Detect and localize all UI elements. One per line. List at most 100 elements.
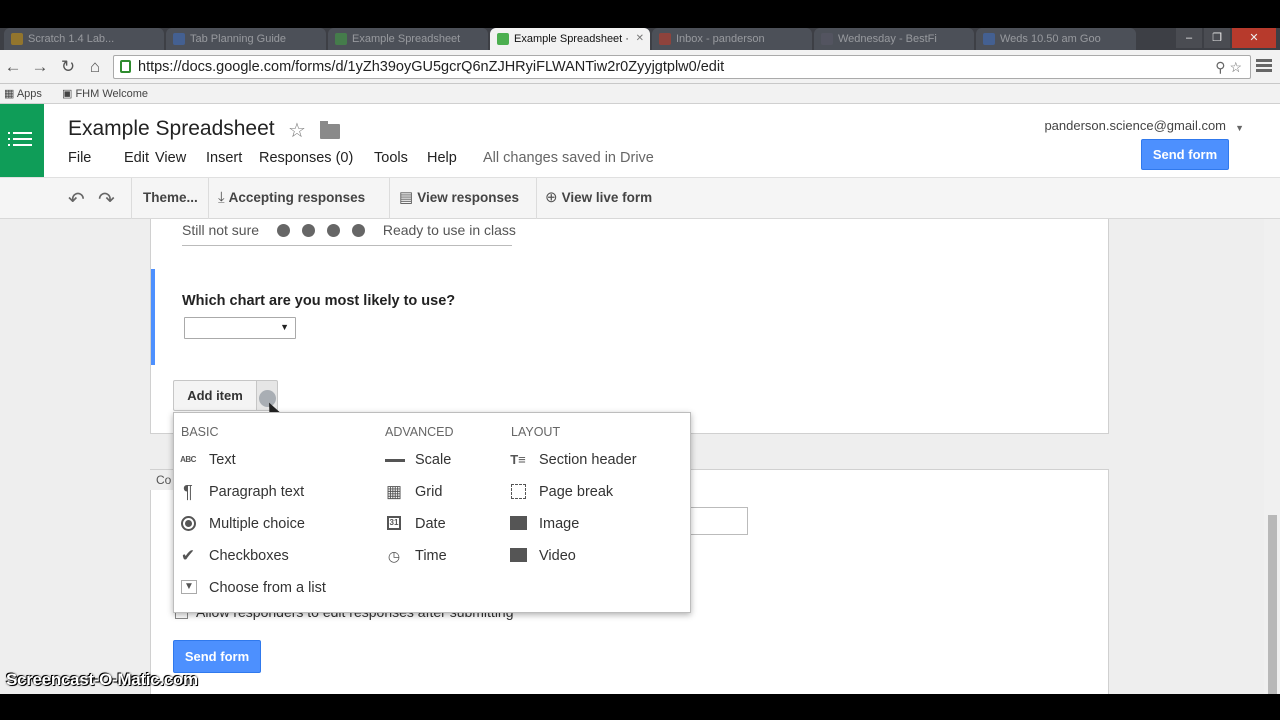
browser-tab-active[interactable]: Example Spreadsheet · ✕ (490, 28, 650, 50)
confirmation-text-input[interactable] (690, 507, 748, 535)
menu-item-scale[interactable]: ▬▬ Scale (385, 451, 451, 469)
browser-tab[interactable]: Inbox - panderson (652, 28, 812, 50)
view-responses-label: View responses (417, 190, 519, 205)
browser-tab[interactable]: Tab Planning Guide (166, 28, 326, 50)
menu-item-label: Page break (539, 484, 614, 500)
scrollbar-thumb[interactable] (1268, 515, 1277, 694)
tab-favicon-icon (173, 33, 185, 45)
send-form-button[interactable]: Send form (1141, 139, 1229, 170)
tab-label: Tab Planning Guide (190, 33, 287, 45)
theme-button[interactable]: Theme... (143, 189, 198, 207)
bookmark-label: Apps (16, 88, 42, 100)
checkbox-icon: ✔ (180, 546, 196, 565)
browser-tab[interactable]: Example Spreadsheet (328, 28, 488, 50)
menu-item-video[interactable]: Video (510, 547, 576, 565)
menu-item-time[interactable]: ◷ Time (388, 547, 447, 565)
paragraph-icon: ¶ (183, 482, 193, 502)
menu-file[interactable]: File (68, 150, 91, 166)
menu-item-image[interactable]: Image (510, 515, 580, 533)
scale-low-label: Still not sure (182, 222, 260, 238)
view-live-form-button[interactable]: ⊕ View live form (545, 189, 652, 207)
close-window-icon[interactable]: ✕ (1232, 28, 1276, 48)
add-item-menu: BASIC ADVANCED LAYOUT ABC Text ¶ Paragraph… (173, 412, 691, 613)
menu-item-label: Checkboxes (209, 548, 289, 564)
menu-edit[interactable]: Edit (124, 150, 149, 166)
forms-home-icon[interactable] (0, 104, 44, 177)
browser-tab[interactable]: Weds 10.50 am Goo (976, 28, 1136, 50)
menu-item-label: Image (539, 516, 580, 532)
browser-menu-icon[interactable] (1256, 57, 1272, 77)
menu-item-grid[interactable]: ▦ Grid (386, 483, 442, 501)
reload-icon[interactable]: ↻ (57, 56, 79, 78)
scale-radio[interactable] (351, 224, 365, 237)
scale-question-row: Still not sure Ready to use in class (182, 222, 516, 238)
calendar-icon: 31 (387, 516, 401, 530)
tab-favicon-icon (11, 33, 23, 45)
menu-item-label: Choose from a list (209, 580, 326, 596)
page-break-icon (511, 484, 526, 499)
menu-item-section-header[interactable]: T≡ Section header (510, 451, 637, 469)
home-icon[interactable]: ⌂ (84, 56, 106, 78)
browser-tab[interactable]: Scratch 1.4 Lab... (4, 28, 164, 50)
scale-radio[interactable] (301, 224, 315, 237)
menu-item-multiple-choice[interactable]: Multiple choice (181, 515, 305, 533)
account-email[interactable]: panderson.science@gmail.com (1044, 118, 1226, 133)
gmail-icon (659, 33, 671, 45)
folder-icon[interactable] (320, 121, 340, 139)
menu-view[interactable]: View (155, 150, 186, 166)
scale-radio[interactable] (326, 224, 340, 237)
view-responses-button[interactable]: ▤ View responses (399, 189, 519, 207)
screen-bottom-border (0, 694, 1280, 720)
menu-item-paragraph-text[interactable]: ¶ Paragraph text (183, 483, 305, 501)
maximize-icon[interactable]: ❐ (1204, 28, 1230, 48)
menu-help[interactable]: Help (427, 150, 457, 166)
forms-toolbar: ↶ ↷ Theme... ⤓ Accepting responses ▤ View … (0, 177, 1280, 220)
menu-responses[interactable]: Responses (0) (259, 150, 353, 166)
menu-section-advanced: ADVANCED (385, 425, 454, 439)
bookmark-label: FHM Welcome (75, 88, 148, 100)
menu-item-text[interactable]: ABC Text (180, 451, 236, 469)
menu-item-checkboxes[interactable]: ✔ Checkboxes (181, 547, 289, 565)
accepting-responses-button[interactable]: ⤓ Accepting responses (218, 189, 365, 207)
browser-tab[interactable]: Wednesday - BestFi (814, 28, 974, 50)
radio-icon (181, 516, 196, 531)
minimize-icon[interactable]: – (1176, 28, 1202, 48)
tab-label: Wednesday - BestFi (838, 33, 937, 45)
tab-label: Example Spreadsheet · (514, 33, 629, 45)
send-form-bottom-button[interactable]: Send form (173, 640, 261, 673)
forward-icon[interactable]: → (29, 56, 51, 78)
scale-high-label: Ready to use in class (382, 222, 516, 238)
scale-icon: ▬▬ (385, 454, 405, 465)
url-input[interactable]: https://docs.google.com/forms/d/1yZh39oy… (113, 55, 1251, 79)
bookmark-apps[interactable]: ▦ Apps (4, 87, 42, 101)
chevron-down-icon[interactable]: ▼ (1235, 123, 1244, 133)
inbox-download-icon: ⤓ (218, 189, 225, 207)
menu-item-page-break[interactable]: Page break (511, 483, 614, 501)
menu-item-label: Section header (539, 452, 637, 468)
menu-item-date[interactable]: 31 Date (387, 515, 446, 533)
scale-radio[interactable] (276, 224, 290, 237)
bookmarks-bar: ▦ Apps ▣ FHM Welcome (0, 84, 1280, 104)
add-item-button[interactable]: Add item (173, 380, 257, 411)
choose-from-list-select[interactable]: ▼ (184, 317, 296, 339)
view-live-form-label: View live form (561, 190, 653, 205)
back-icon[interactable]: ← (2, 56, 24, 78)
undo-icon[interactable]: ↶ (68, 187, 85, 212)
divider (182, 245, 512, 246)
redo-icon[interactable]: ↷ (98, 187, 115, 212)
lock-icon (120, 60, 131, 73)
zoom-star-icons[interactable]: ⚲ ☆ (1215, 56, 1242, 78)
menu-insert[interactable]: Insert (206, 150, 242, 166)
menu-item-choose-from-list[interactable]: ▼ Choose from a list (181, 579, 326, 597)
sheets-icon (497, 33, 509, 45)
star-icon[interactable]: ☆ (288, 118, 306, 143)
question-title[interactable]: Which chart are you most likely to use? (182, 293, 455, 309)
document-title[interactable]: Example Spreadsheet (68, 117, 275, 141)
menu-item-label: Multiple choice (209, 516, 305, 532)
menu-item-label: Paragraph text (209, 484, 305, 500)
bookmark-item[interactable]: ▣ FHM Welcome (62, 87, 148, 101)
menu-tools[interactable]: Tools (374, 150, 408, 166)
bookmark-icon: ▣ (62, 88, 76, 100)
close-tab-icon[interactable]: ✕ (636, 28, 644, 50)
globe-icon: ⊕ (545, 189, 558, 207)
